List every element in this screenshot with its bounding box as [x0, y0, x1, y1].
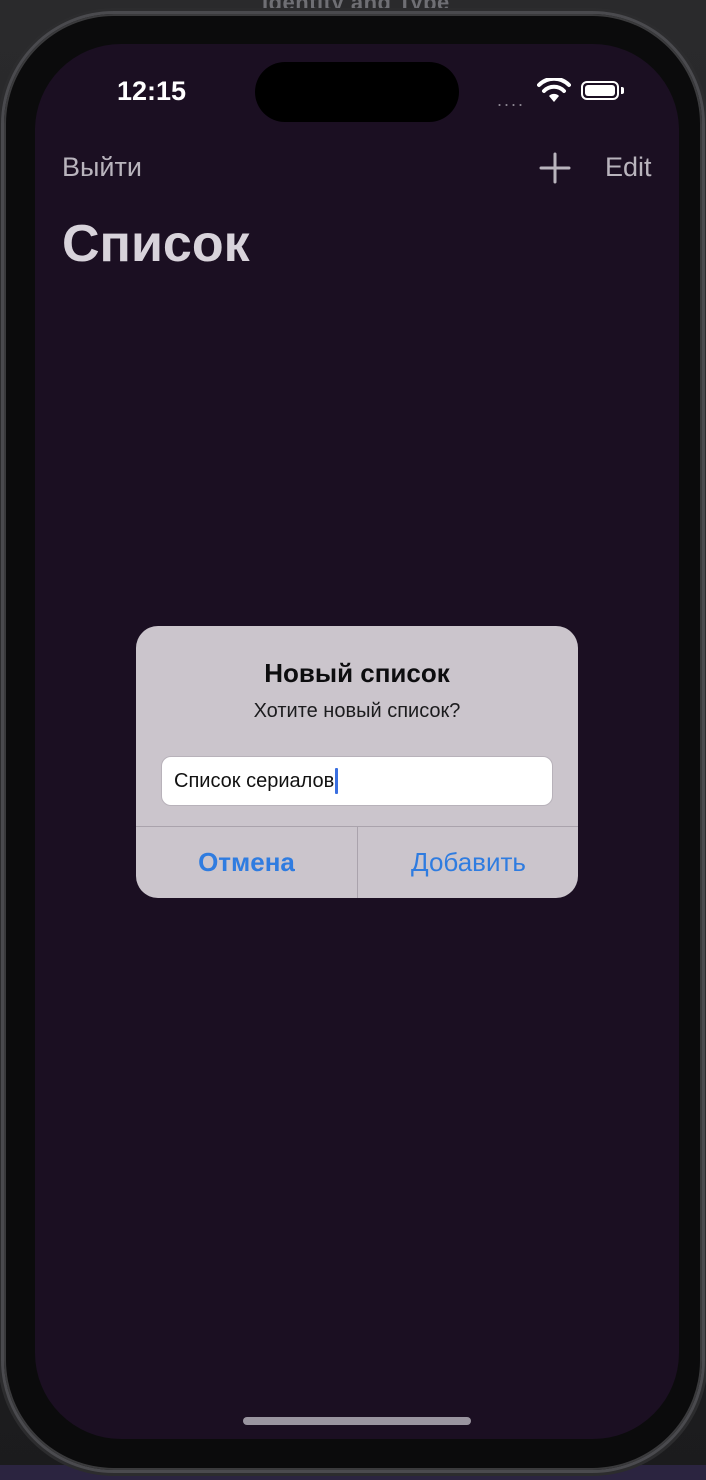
alert-title: Новый список — [264, 658, 450, 688]
phone-screen: 12:15 .... Выйти Edit Список Новый списо… — [35, 44, 679, 1439]
plus-icon[interactable] — [538, 151, 572, 190]
page-title: Список — [62, 215, 250, 273]
signal-indicator: .... — [497, 90, 526, 110]
wifi-icon — [537, 76, 571, 109]
battery-fill — [585, 85, 615, 96]
list-name-input-value: Список сериалов — [174, 769, 335, 792]
alert-message: Хотите новый список? — [253, 700, 461, 722]
add-button[interactable]: Добавить — [358, 827, 578, 898]
dynamic-island — [255, 62, 459, 122]
home-indicator[interactable] — [243, 1417, 471, 1425]
list-name-input[interactable]: Список сериалов — [161, 756, 553, 806]
new-list-alert: Новый список Хотите новый список? Список… — [136, 626, 578, 898]
text-cursor — [335, 768, 339, 794]
edit-button[interactable]: Edit — [605, 152, 652, 183]
battery-icon — [581, 81, 619, 100]
battery-tip — [621, 87, 624, 94]
status-time: 12:15 — [117, 76, 187, 106]
logout-button[interactable]: Выйти — [62, 152, 142, 183]
cancel-button[interactable]: Отмена — [136, 827, 357, 898]
